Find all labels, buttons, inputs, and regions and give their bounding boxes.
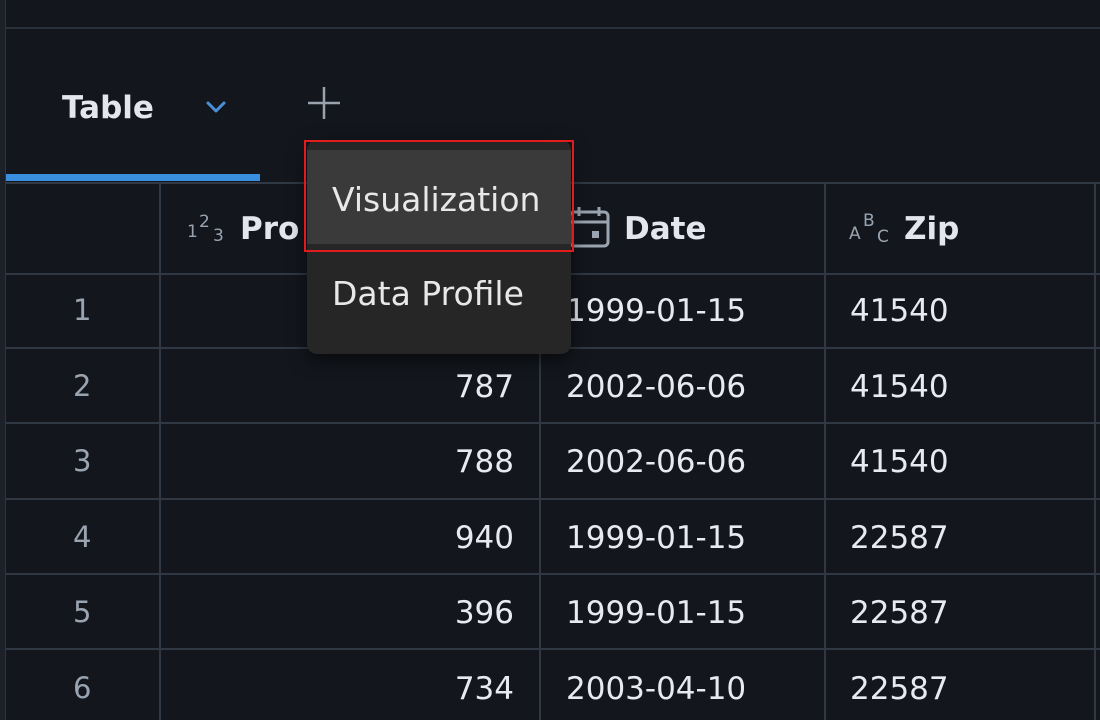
add-tab-button[interactable] bbox=[302, 81, 346, 125]
row-number: 4 bbox=[73, 520, 92, 554]
table-cell-zip[interactable]: 22587 bbox=[850, 598, 949, 629]
row-number: 1 bbox=[73, 293, 92, 327]
table-cell-date[interactable]: 2002-06-06 bbox=[566, 372, 746, 403]
tab-table[interactable]: Table bbox=[6, 29, 260, 182]
panel-top-strip bbox=[6, 0, 1100, 29]
chevron-down-icon[interactable] bbox=[202, 93, 230, 121]
table-cell-date[interactable]: 1999-01-15 bbox=[566, 598, 746, 629]
column-header-date[interactable]: Date bbox=[566, 184, 707, 274]
table-cell-zip[interactable]: 41540 bbox=[850, 296, 949, 327]
svg-text:B: B bbox=[863, 211, 875, 231]
table-cell-zip[interactable]: 22587 bbox=[850, 674, 949, 705]
table-cell-date[interactable]: 2002-06-06 bbox=[566, 447, 746, 478]
menu-item-data-profile[interactable]: Data Profile bbox=[307, 258, 571, 342]
svg-text:A: A bbox=[849, 224, 861, 244]
row-number: 6 bbox=[73, 671, 92, 705]
table-cell-date[interactable]: 1999-01-15 bbox=[566, 523, 746, 554]
row-number: 5 bbox=[73, 595, 92, 629]
table-cell-product[interactable]: 787 bbox=[306, 372, 514, 403]
tab-table-label: Table bbox=[62, 90, 154, 126]
column-header-product[interactable]: 1 2 3 Pro bbox=[186, 184, 299, 274]
row-number: 3 bbox=[73, 444, 92, 478]
table-cell-product[interactable]: 940 bbox=[306, 523, 514, 554]
calendar-icon bbox=[566, 204, 612, 254]
column-header-label: Zip bbox=[904, 211, 960, 247]
table-cell-zip[interactable]: 41540 bbox=[850, 447, 949, 478]
svg-text:C: C bbox=[877, 227, 889, 245]
table-cell-product[interactable]: 396 bbox=[306, 598, 514, 629]
column-header-label: Date bbox=[624, 211, 707, 247]
number-type-icon: 1 2 3 bbox=[186, 209, 234, 249]
table-cell-product[interactable]: 788 bbox=[306, 447, 514, 478]
table-cell-zip[interactable]: 41540 bbox=[850, 372, 949, 403]
menu-item-visualization[interactable]: Visualization bbox=[307, 150, 571, 244]
menu-item-label: Visualization bbox=[332, 180, 541, 219]
column-header-label: Pro bbox=[240, 211, 300, 247]
active-tab-indicator bbox=[6, 174, 260, 181]
table-cell-date[interactable]: 1999-01-15 bbox=[566, 296, 746, 327]
add-tab-menu: Visualization Data Profile bbox=[307, 140, 571, 354]
text-type-icon: A B C bbox=[848, 209, 898, 249]
svg-text:1: 1 bbox=[187, 222, 198, 242]
svg-text:2: 2 bbox=[199, 212, 210, 232]
row-number: 2 bbox=[73, 369, 92, 403]
plus-icon bbox=[308, 87, 340, 119]
table-cell-product[interactable]: 734 bbox=[306, 674, 514, 705]
menu-item-label: Data Profile bbox=[332, 274, 524, 313]
svg-text:3: 3 bbox=[213, 226, 224, 245]
results-panel: Table 1 2 3 Pro Date A B C Zip 1 1999-01… bbox=[0, 0, 1100, 720]
column-header-zip[interactable]: A B C Zip bbox=[848, 184, 959, 274]
table-cell-date[interactable]: 2003-04-10 bbox=[566, 674, 746, 705]
table-cell-zip[interactable]: 22587 bbox=[850, 523, 949, 554]
